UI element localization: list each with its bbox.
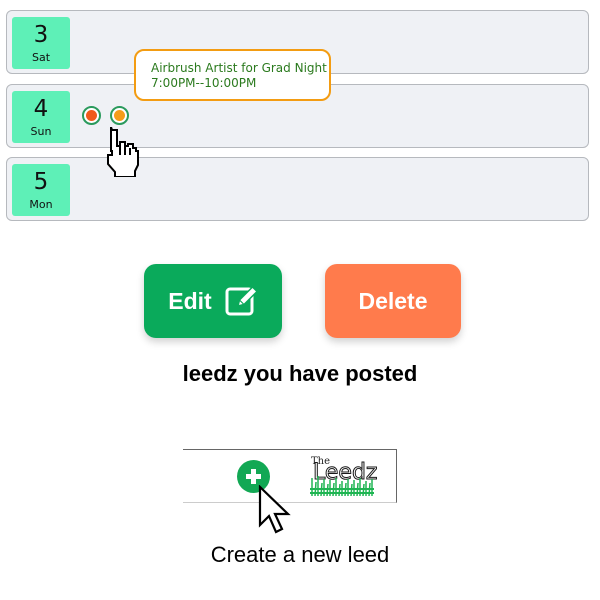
day-number: 5 bbox=[33, 169, 49, 195]
day-number: 4 bbox=[33, 96, 49, 122]
delete-label: Delete bbox=[358, 287, 428, 314]
arrow-cursor-icon bbox=[258, 485, 291, 534]
day-badge: 5 Mon bbox=[12, 164, 70, 216]
day-name: Sun bbox=[30, 125, 52, 138]
tooltip-title: Airbrush Artist for Grad Night bbox=[151, 61, 327, 75]
event-dot-red[interactable] bbox=[82, 106, 101, 125]
day-number: 3 bbox=[33, 22, 49, 48]
hand-pointer-cursor-icon bbox=[107, 127, 139, 177]
tooltip-time: 7:00PM--10:00PM bbox=[151, 76, 257, 90]
delete-button[interactable]: Delete bbox=[325, 264, 461, 338]
edit-label: Edit bbox=[168, 287, 212, 314]
edit-button[interactable]: Edit bbox=[144, 264, 282, 338]
event-dot-orange[interactable] bbox=[110, 106, 129, 125]
event-tooltip: Airbrush Artist for Grad Night 7:00PM--1… bbox=[134, 49, 331, 101]
posted-caption: leedz you have posted bbox=[182, 361, 418, 386]
day-row-5[interactable]: 5 Mon bbox=[6, 157, 589, 221]
day-name: Mon bbox=[29, 198, 53, 211]
edit-pencil-icon bbox=[225, 285, 258, 316]
create-caption: Create a new leed bbox=[210, 542, 390, 567]
day-name: Sat bbox=[31, 51, 51, 64]
day-badge: 3 Sat bbox=[12, 17, 70, 69]
day-badge: 4 Sun bbox=[12, 91, 70, 143]
grass-icon bbox=[310, 476, 374, 497]
leedz-logo: The Leedz bbox=[309, 456, 378, 498]
